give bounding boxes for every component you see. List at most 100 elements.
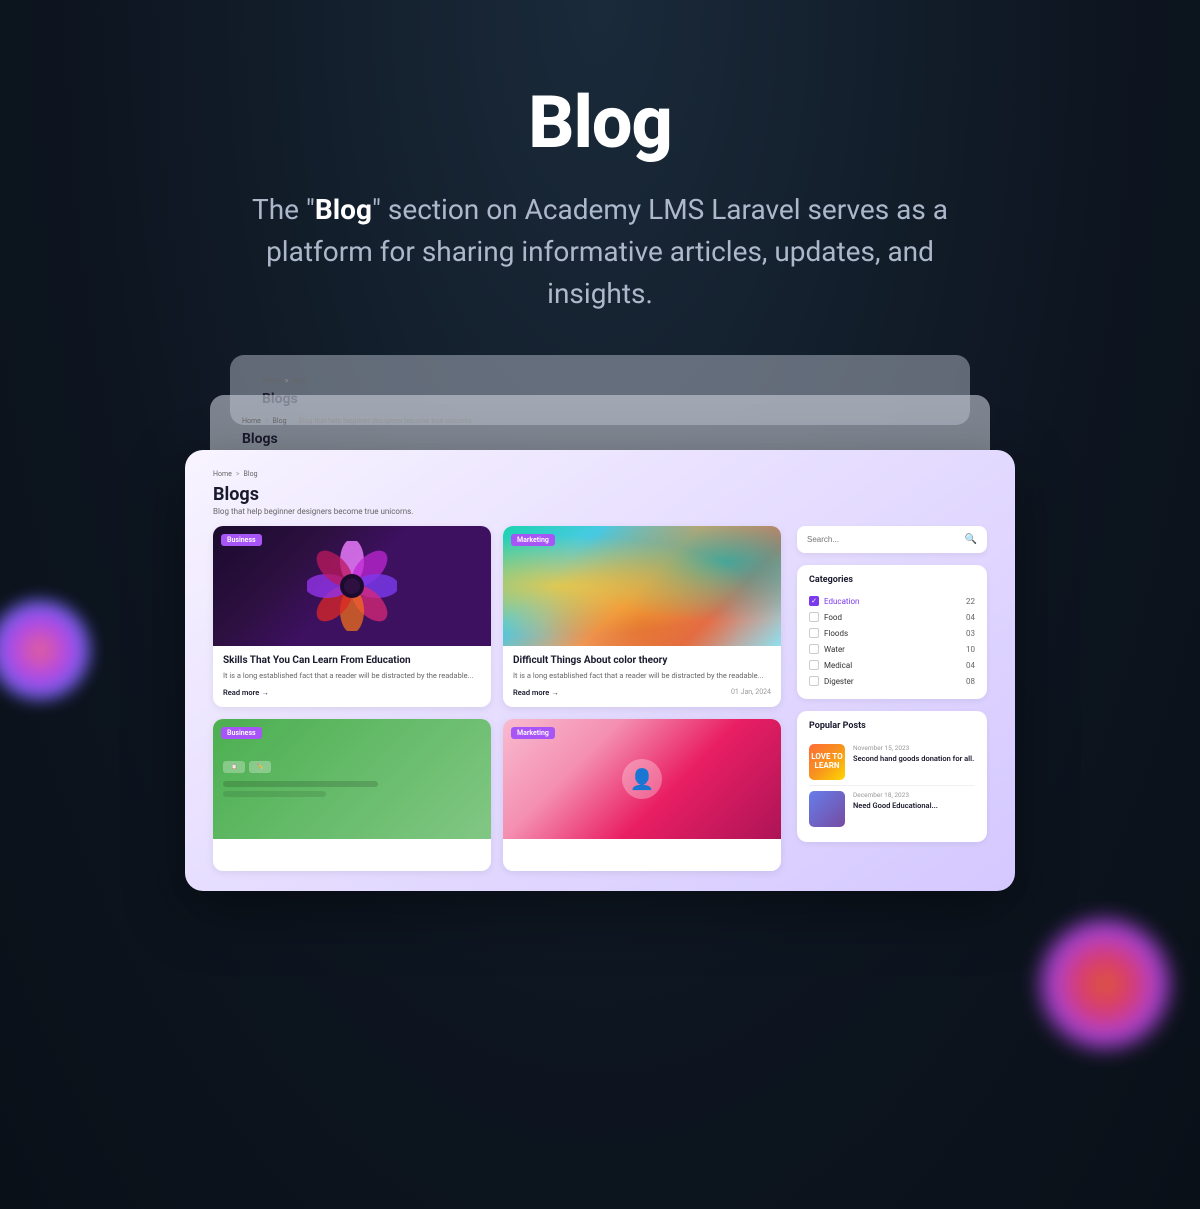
page-title: Blog bbox=[0, 80, 1200, 165]
green-card-items: 📋 ✏️ bbox=[213, 751, 491, 807]
category-count-floods: 03 bbox=[966, 629, 975, 638]
category-name-digester: Digester bbox=[824, 677, 854, 686]
back-mockup-1-content: Home > Blog Blog that help beginner desi… bbox=[230, 409, 970, 455]
hero-desc-prefix: The " bbox=[252, 193, 315, 226]
category-left-medical: Medical bbox=[809, 660, 852, 670]
flower-illustration bbox=[307, 541, 397, 631]
card-2-body: Difficult Things About color theory It i… bbox=[503, 646, 781, 707]
category-name-medical: Medical bbox=[824, 661, 852, 670]
green-bar-2 bbox=[223, 791, 326, 797]
card-2-image: Marketing bbox=[503, 526, 781, 646]
green-chip-1: 📋 bbox=[223, 761, 245, 773]
category-left-food: Food bbox=[809, 612, 842, 622]
breadcrumb-current: Blog bbox=[244, 470, 258, 478]
card-1-title: Skills That You Can Learn From Education bbox=[223, 654, 481, 667]
category-name-floods: Floods bbox=[824, 629, 848, 638]
search-icon: 🔍 bbox=[965, 534, 977, 545]
blog-content-area: Business Skills That You Can Learn From … bbox=[213, 526, 987, 871]
popular-post-1-date: November 15, 2023 bbox=[853, 744, 975, 752]
popular-post-2[interactable]: December 18, 2023 Need Good Educational.… bbox=[809, 786, 975, 832]
category-count-education: 22 bbox=[966, 597, 975, 606]
breadcrumb-home: Home bbox=[213, 470, 232, 478]
popular-post-1-thumb: LOVE TO LEARN bbox=[809, 744, 845, 780]
hero-description: The "Blog" section on Academy LMS Larave… bbox=[220, 189, 980, 315]
card-4-badge: Marketing bbox=[511, 727, 555, 739]
card-2-badge: Marketing bbox=[511, 534, 555, 546]
category-item-medical[interactable]: Medical 04 bbox=[809, 657, 975, 673]
card-2-footer: Read more → 01 Jan, 2024 bbox=[513, 688, 771, 697]
blog-sidebar: 🔍 Categories Education 22 bbox=[797, 526, 987, 871]
popular-post-1-title: Second hand goods donation for all. bbox=[853, 754, 975, 764]
category-checkbox-education[interactable] bbox=[809, 596, 819, 606]
search-box[interactable]: 🔍 bbox=[797, 526, 987, 553]
category-item-digester[interactable]: Digester 08 bbox=[809, 673, 975, 689]
mockups-container: Home > Blog Blogs Home > Blog Blog that … bbox=[150, 355, 1050, 915]
blog-card-3: Business 📋 ✏️ bbox=[213, 719, 491, 871]
category-item-water[interactable]: Water 10 bbox=[809, 641, 975, 657]
search-input[interactable] bbox=[807, 535, 959, 544]
category-left-floods: Floods bbox=[809, 628, 848, 638]
category-name-food: Food bbox=[824, 613, 842, 622]
back1-breadcrumb: Home > Blog Blog that help beginner desi… bbox=[242, 417, 958, 425]
category-checkbox-food[interactable] bbox=[809, 612, 819, 622]
breadcrumb: Home > Blog bbox=[213, 470, 987, 478]
card-3-title bbox=[223, 847, 481, 857]
popular-post-1[interactable]: LOVE TO LEARN November 15, 2023 Second h… bbox=[809, 739, 975, 786]
back1-title: Blogs bbox=[242, 431, 958, 447]
card-2-read-more[interactable]: Read more → bbox=[513, 688, 559, 697]
green-bar-1 bbox=[223, 781, 378, 787]
popular-post-2-date: December 18, 2023 bbox=[853, 791, 975, 799]
category-left-digester: Digester bbox=[809, 676, 854, 686]
category-count-digester: 08 bbox=[966, 677, 975, 686]
card-2-date: 01 Jan, 2024 bbox=[731, 688, 771, 696]
category-item-food[interactable]: Food 04 bbox=[809, 609, 975, 625]
breadcrumb-separator: > bbox=[236, 470, 240, 478]
back2-home: Home bbox=[262, 377, 281, 385]
card-1-footer: Read more → bbox=[223, 688, 481, 697]
back2-blog: Blog bbox=[293, 377, 307, 385]
back1-blog: Blog bbox=[273, 417, 287, 425]
card-2-title: Difficult Things About color theory bbox=[513, 654, 771, 667]
category-left-water: Water bbox=[809, 644, 845, 654]
blog-card-4: 👤 Marketing bbox=[503, 719, 781, 871]
card-2-excerpt: It is a long established fact that a rea… bbox=[513, 671, 771, 682]
back2-breadcrumb: Home > Blog bbox=[262, 377, 938, 385]
card-1-badge: Business bbox=[221, 534, 262, 546]
category-left-education: Education bbox=[809, 596, 859, 606]
back1-home: Home bbox=[242, 417, 261, 425]
category-checkbox-digester[interactable] bbox=[809, 676, 819, 686]
back2-sep: > bbox=[285, 377, 289, 385]
blog-cards-grid: Business Skills That You Can Learn From … bbox=[213, 526, 781, 871]
categories-section: Categories Education 22 Food 04 bbox=[797, 565, 987, 699]
category-checkbox-floods[interactable] bbox=[809, 628, 819, 638]
category-item-floods[interactable]: Floods 03 bbox=[809, 625, 975, 641]
card-1-image: Business bbox=[213, 526, 491, 646]
card-3-badge: Business bbox=[221, 727, 262, 739]
popular-post-2-content: December 18, 2023 Need Good Educational.… bbox=[853, 791, 975, 811]
back1-sep: > bbox=[265, 417, 269, 425]
categories-title: Categories bbox=[809, 575, 975, 585]
card-1-read-more[interactable]: Read more → bbox=[223, 688, 269, 697]
card-1-excerpt: It is a long established fact that a rea… bbox=[223, 671, 481, 682]
popular-post-1-content: November 15, 2023 Second hand goods dona… bbox=[853, 744, 975, 764]
popular-posts-title: Popular Posts bbox=[809, 721, 975, 731]
card-4-image: 👤 Marketing bbox=[503, 719, 781, 839]
category-count-water: 10 bbox=[966, 645, 975, 654]
category-count-food: 04 bbox=[966, 613, 975, 622]
blog-card-1: Business Skills That You Can Learn From … bbox=[213, 526, 491, 707]
blogs-section-title: Blogs bbox=[213, 484, 987, 505]
category-item-education[interactable]: Education 22 bbox=[809, 593, 975, 609]
category-name-education: Education bbox=[824, 597, 859, 606]
popular-post-2-thumb bbox=[809, 791, 845, 827]
popular-post-2-title: Need Good Educational... bbox=[853, 801, 975, 811]
thumb-1-text: LOVE TO LEARN bbox=[809, 751, 845, 773]
person-avatar: 👤 bbox=[622, 759, 662, 799]
popular-posts-section: Popular Posts LOVE TO LEARN November 15,… bbox=[797, 711, 987, 842]
category-checkbox-water[interactable] bbox=[809, 644, 819, 654]
card-3-image: Business 📋 ✏️ bbox=[213, 719, 491, 839]
front-mockup: Home > Blog Blogs Blog that help beginne… bbox=[185, 450, 1015, 891]
hero-desc-brand: Blog bbox=[315, 193, 372, 226]
category-checkbox-medical[interactable] bbox=[809, 660, 819, 670]
hero-section: Blog The "Blog" section on Academy LMS L… bbox=[0, 0, 1200, 355]
blogs-section-subtitle: Blog that help beginner designers become… bbox=[213, 507, 987, 516]
